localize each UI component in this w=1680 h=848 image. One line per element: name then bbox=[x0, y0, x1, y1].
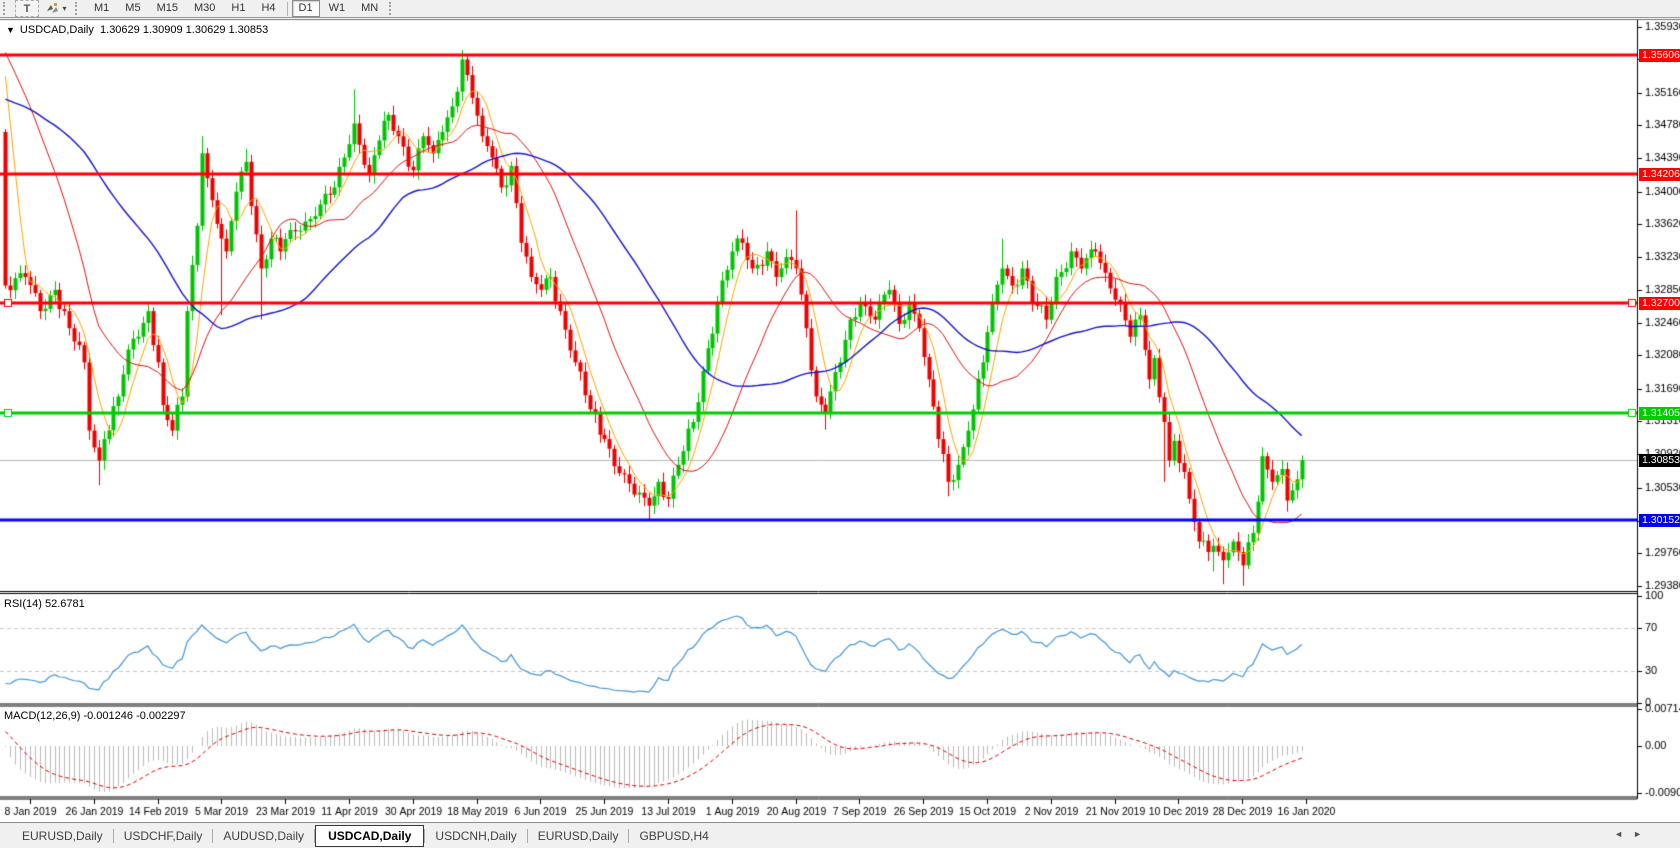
timeframe-button-W1[interactable]: W1 bbox=[322, 0, 353, 17]
tab-USDCAD-Daily[interactable]: USDCAD,Daily bbox=[315, 825, 424, 847]
symbol-tabs: EURUSD,DailyUSDCHF,DailyAUDUSD,DailyUSDC… bbox=[12, 825, 719, 847]
price-label-1.34206: 1.34206 bbox=[1639, 168, 1680, 181]
timeframe-button-M1[interactable]: M1 bbox=[87, 0, 116, 17]
toolbar-grip[interactable] bbox=[3, 2, 11, 15]
tab-EURUSD-Daily[interactable]: EURUSD,Daily bbox=[12, 826, 113, 846]
ohlc-low: 1.30629 bbox=[186, 24, 226, 36]
timeframe-button-M30[interactable]: M30 bbox=[187, 0, 222, 17]
tab-GBPUSD-H4[interactable]: GBPUSD,H4 bbox=[629, 826, 718, 846]
price-label-1.30152: 1.30152 bbox=[1639, 514, 1680, 527]
toolbar-grip[interactable] bbox=[75, 2, 83, 15]
text-tool-button[interactable]: T bbox=[15, 0, 39, 17]
tab-USDCNH-Daily[interactable]: USDCNH,Daily bbox=[425, 826, 526, 846]
toolbar: T ▾ M1M5M15M30H1H4 D1W1MN bbox=[0, 0, 1680, 18]
tab-EURUSD-Daily[interactable]: EURUSD,Daily bbox=[528, 826, 629, 846]
style-tool-button[interactable]: ▾ bbox=[41, 1, 71, 16]
timeframe-button-M15[interactable]: M15 bbox=[150, 0, 185, 17]
chart-canvas[interactable] bbox=[0, 0, 1680, 822]
rsi-label: RSI(14) 52.6781 bbox=[4, 598, 85, 610]
timeframe-button-D1[interactable]: D1 bbox=[292, 0, 320, 17]
ohlc-close: 1.30853 bbox=[229, 24, 269, 36]
tab-scroll-buttons: ◄► bbox=[1614, 829, 1652, 839]
timeframe-button-H1[interactable]: H1 bbox=[224, 0, 252, 17]
toolbar-grip[interactable] bbox=[389, 2, 397, 15]
ohlc-open: 1.30629 bbox=[100, 24, 140, 36]
symbol-title: USDCAD,Daily bbox=[20, 24, 94, 36]
style-arrows-icon bbox=[45, 2, 60, 15]
timeframe-button-MN[interactable]: MN bbox=[354, 0, 385, 17]
tab-scroll-left-icon[interactable]: ◄ bbox=[1614, 829, 1633, 839]
symbol-tab-bar: EURUSD,DailyUSDCHF,DailyAUDUSD,DailyUSDC… bbox=[0, 822, 1680, 848]
macd-label: MACD(12,26,9) -0.001246 -0.002297 bbox=[4, 710, 186, 722]
timeframe-button-H4[interactable]: H4 bbox=[254, 0, 282, 17]
tab-scroll-right-icon[interactable]: ► bbox=[1633, 829, 1652, 839]
price-label-1.32700: 1.32700 bbox=[1639, 297, 1680, 310]
current-price-label: 1.30853 bbox=[1639, 454, 1680, 467]
price-label-1.31405: 1.31405 bbox=[1639, 407, 1680, 420]
tab-AUDUSD-Daily[interactable]: AUDUSD,Daily bbox=[213, 826, 314, 846]
chart-ohlc-header[interactable]: ▼ USDCAD,Daily 1.30629 1.30909 1.30629 1.… bbox=[6, 24, 268, 36]
mt4-terminal: { "toolbar": { "text_tool_label": "T", "… bbox=[0, 0, 1680, 847]
text-tool-icon: T bbox=[24, 3, 31, 15]
timeframe-buttons: M1M5M15M30H1H4 D1W1MN bbox=[86, 0, 386, 17]
ohlc-high: 1.30909 bbox=[143, 24, 183, 36]
symbol-dropdown-icon[interactable]: ▼ bbox=[6, 25, 15, 35]
tab-USDCHF-Daily[interactable]: USDCHF,Daily bbox=[114, 826, 213, 846]
timeframe-button-M5[interactable]: M5 bbox=[118, 0, 147, 17]
price-label-1.35606: 1.35606 bbox=[1639, 49, 1680, 62]
chevron-down-icon: ▾ bbox=[62, 4, 66, 13]
